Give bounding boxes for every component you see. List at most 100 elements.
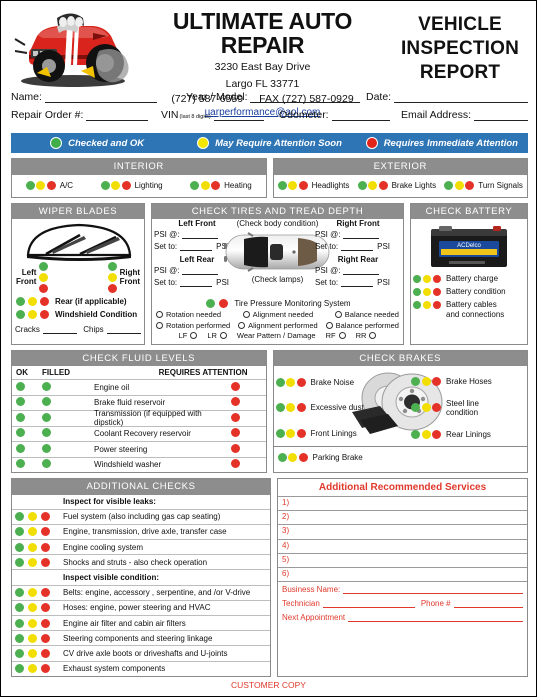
right-rear-psi-at[interactable]: PSI @: bbox=[315, 265, 401, 275]
green-dot-icon[interactable] bbox=[277, 181, 287, 190]
field-odometer[interactable]: Odometer: bbox=[279, 109, 401, 121]
red-dot-icon[interactable] bbox=[433, 275, 441, 283]
red-dot-icon[interactable] bbox=[211, 181, 221, 190]
red-dot-icon[interactable] bbox=[41, 633, 50, 643]
field-technician-phone[interactable]: Technician Phone # bbox=[282, 599, 523, 609]
interior-item-heating[interactable]: Heating bbox=[190, 181, 252, 190]
fluid-row-transmission[interactable]: Transmission (if equipped with dipstick) bbox=[12, 409, 266, 427]
green-dot-icon[interactable] bbox=[16, 412, 25, 422]
red-dot-icon[interactable] bbox=[231, 397, 240, 407]
green-dot-icon[interactable] bbox=[411, 403, 420, 413]
yellow-dot-icon[interactable] bbox=[368, 181, 378, 190]
yellow-dot-icon[interactable] bbox=[36, 181, 46, 190]
set-to-input[interactable] bbox=[341, 241, 374, 251]
green-dot-icon[interactable] bbox=[413, 288, 421, 296]
fluid-row-windshield-washer[interactable]: Windshield washer bbox=[12, 456, 266, 473]
green-dot-icon[interactable] bbox=[42, 381, 51, 391]
green-dot-icon[interactable] bbox=[15, 512, 24, 522]
red-dot-icon[interactable] bbox=[433, 288, 441, 296]
wiper-right-front[interactable]: Right Front bbox=[107, 262, 140, 293]
right-front-psi-at[interactable]: PSI @: bbox=[315, 229, 401, 239]
balance-needed-option[interactable]: Balance needed bbox=[334, 310, 399, 319]
green-dot-icon[interactable] bbox=[190, 181, 200, 190]
status-dots[interactable] bbox=[25, 181, 56, 190]
yellow-dot-icon[interactable] bbox=[28, 603, 37, 613]
status-dots[interactable] bbox=[275, 428, 306, 438]
green-dot-icon[interactable] bbox=[16, 459, 25, 469]
service-line-1[interactable]: 1) bbox=[278, 496, 527, 510]
fluid-row-coolant[interactable]: Coolant Recovery reservoir bbox=[12, 425, 266, 442]
green-dot-icon[interactable] bbox=[16, 428, 25, 438]
additional-check-cooling-system[interactable]: Engine cooling system bbox=[12, 539, 270, 554]
set-to-input[interactable] bbox=[180, 241, 213, 251]
wiper-left-front[interactable]: Left Front bbox=[16, 262, 49, 293]
service-line-6[interactable]: 6) bbox=[278, 566, 527, 581]
green-dot-icon[interactable] bbox=[15, 633, 24, 643]
set-to-input[interactable] bbox=[180, 277, 213, 287]
radio-circle-icon[interactable] bbox=[156, 311, 163, 318]
service-line-4[interactable]: 4) bbox=[278, 538, 527, 553]
service-line-3[interactable]: 3) bbox=[278, 524, 527, 538]
field-odometer-input[interactable] bbox=[331, 111, 390, 121]
status-dots[interactable] bbox=[190, 181, 221, 190]
green-dot-icon[interactable] bbox=[16, 381, 25, 391]
status-dots-vertical[interactable] bbox=[107, 262, 117, 293]
battery-item-charge[interactable]: Battery charge bbox=[411, 274, 527, 283]
rotation-needed-option[interactable]: Rotation needed bbox=[156, 310, 221, 319]
green-dot-icon[interactable] bbox=[206, 299, 216, 308]
yellow-dot-icon[interactable] bbox=[286, 428, 295, 438]
yellow-dot-icon[interactable] bbox=[28, 648, 37, 658]
additional-check-belts[interactable]: Belts: engine, accessory , serpentine, a… bbox=[12, 584, 270, 600]
rf-option[interactable]: RF bbox=[326, 331, 346, 340]
green-dot-icon[interactable] bbox=[275, 378, 285, 388]
brake-item-hoses[interactable]: Brake Hoses bbox=[407, 376, 525, 386]
radio-circle-icon[interactable] bbox=[242, 311, 250, 318]
status-dots[interactable] bbox=[15, 557, 63, 567]
green-dot-icon[interactable] bbox=[42, 443, 51, 453]
yellow-dot-icon[interactable] bbox=[423, 288, 431, 296]
yellow-dot-icon[interactable] bbox=[423, 301, 431, 309]
yellow-dot-icon[interactable] bbox=[39, 273, 49, 282]
chips-input[interactable] bbox=[106, 324, 141, 334]
exterior-item-brake-lights[interactable]: Brake Lights bbox=[357, 181, 436, 190]
green-dot-icon[interactable] bbox=[25, 181, 35, 190]
field-next-appointment[interactable]: Next Appointment bbox=[282, 613, 523, 623]
radio-circle-icon[interactable] bbox=[238, 321, 246, 329]
green-dot-icon[interactable] bbox=[42, 412, 51, 422]
green-dot-icon[interactable] bbox=[15, 664, 24, 674]
psi-at-input[interactable] bbox=[343, 265, 380, 275]
green-dot-icon[interactable] bbox=[275, 403, 285, 413]
status-dots[interactable] bbox=[413, 300, 441, 309]
red-dot-icon[interactable] bbox=[40, 310, 49, 319]
yellow-dot-icon[interactable] bbox=[421, 376, 431, 386]
green-dot-icon[interactable] bbox=[16, 443, 25, 453]
status-dots[interactable] bbox=[15, 512, 63, 522]
right-front-set-to[interactable]: Set to: PSI bbox=[315, 241, 401, 251]
field-repair-order[interactable]: Repair Order #: bbox=[11, 109, 161, 121]
status-dots[interactable] bbox=[100, 181, 131, 190]
green-dot-icon[interactable] bbox=[275, 428, 285, 438]
service-line-2[interactable]: 2) bbox=[278, 510, 527, 524]
yellow-dot-icon[interactable] bbox=[28, 633, 37, 643]
red-dot-icon[interactable] bbox=[432, 403, 441, 413]
green-dot-icon[interactable] bbox=[277, 452, 287, 462]
status-dots[interactable] bbox=[277, 452, 308, 462]
next-appointment-input[interactable] bbox=[348, 613, 523, 623]
status-dots[interactable] bbox=[15, 603, 63, 613]
brake-item-noise[interactable]: Brake Noise bbox=[275, 378, 401, 388]
green-dot-icon[interactable] bbox=[15, 603, 24, 613]
red-dot-icon[interactable] bbox=[296, 403, 306, 413]
fluid-row-engine-oil[interactable]: Engine oil bbox=[12, 379, 266, 395]
right-rear-set-to[interactable]: Set to: PSI bbox=[315, 277, 401, 287]
red-dot-icon[interactable] bbox=[231, 381, 240, 391]
green-dot-icon[interactable] bbox=[444, 181, 454, 190]
green-dot-icon[interactable] bbox=[16, 310, 25, 319]
yellow-dot-icon[interactable] bbox=[286, 378, 295, 388]
battery-item-condition[interactable]: Battery condition bbox=[411, 287, 527, 296]
green-dot-icon[interactable] bbox=[357, 181, 367, 190]
red-dot-icon[interactable] bbox=[231, 443, 240, 453]
red-dot-icon[interactable] bbox=[231, 412, 240, 422]
green-dot-icon[interactable] bbox=[15, 542, 24, 552]
field-vin[interactable]: VIN (last 8 digits) bbox=[161, 109, 279, 121]
brake-item-excessive-dust[interactable]: Excessive dust bbox=[275, 403, 401, 413]
